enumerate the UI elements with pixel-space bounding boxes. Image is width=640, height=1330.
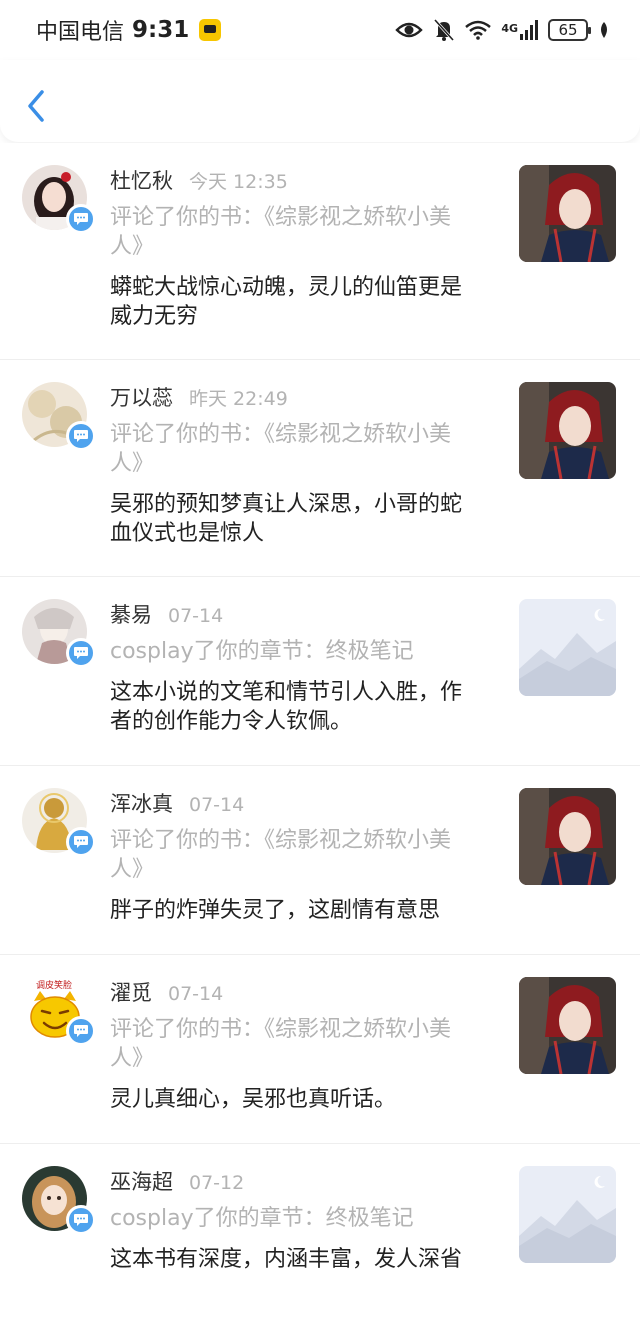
timestamp: 昨天 22:49 <box>189 388 288 410</box>
book-cover-thumbnail[interactable] <box>519 977 616 1074</box>
placeholder-image-icon[interactable] <box>519 1166 616 1263</box>
wifi-icon <box>465 20 492 40</box>
comment-text: 这本小说的文笔和情节引人入胜，作者的创作能力令人钦佩。 <box>110 680 463 734</box>
action-text: 评论了你的书：《综影视之娇软小美人》 <box>110 422 452 476</box>
comment-badge-icon <box>66 204 96 234</box>
back-button[interactable] <box>18 86 54 126</box>
user-name[interactable]: 杜忆秋 <box>110 165 173 195</box>
action-text: cosplay了你的章节：终极笔记 <box>110 1206 414 1231</box>
notification-content: 巫海超 07-12 cosplay了你的章节：终极笔记 这本书有深度，内涵丰富，… <box>110 1166 482 1274</box>
comment-badge-icon <box>66 638 96 668</box>
carrier-label: 中国电信 <box>36 20 125 45</box>
notification-list: 杜忆秋 今天 12:35 评论了你的书：《综影视之娇软小美人》 蟒蛇大战惊心动魄… <box>0 143 640 1329</box>
comment-badge-icon <box>66 827 96 857</box>
notification-item[interactable]: 调皮笑脸 濯觅 07-14 评论了你的书：《综影视之娇软小美人》 灵儿真细心，吴… <box>0 955 640 1144</box>
timestamp: 07-12 <box>189 1172 245 1194</box>
user-name[interactable]: 浑冰真 <box>110 788 173 818</box>
notification-item[interactable]: 杜忆秋 今天 12:35 评论了你的书：《综影视之娇软小美人》 蟒蛇大战惊心动魄… <box>0 143 640 360</box>
signal-bars-icon <box>520 20 538 40</box>
book-cover-thumbnail[interactable] <box>519 165 616 262</box>
comment-badge-icon <box>66 1016 96 1046</box>
notification-content: 万以蕊 昨天 22:49 评论了你的书：《综影视之娇软小美人》 吴邪的预知梦真让… <box>110 382 482 548</box>
notification-item[interactable]: 綦易 07-14 cosplay了你的章节：终极笔记 这本小说的文笔和情节引人入… <box>0 577 640 766</box>
action-text: 评论了你的书：《综影视之娇软小美人》 <box>110 828 452 882</box>
notification-item[interactable]: 万以蕊 昨天 22:49 评论了你的书：《综影视之娇软小美人》 吴邪的预知梦真让… <box>0 360 640 577</box>
comment-text: 灵儿真细心，吴邪也真听话。 <box>110 1087 397 1112</box>
comment-badge-icon <box>66 421 96 451</box>
timestamp: 今天 12:35 <box>189 171 288 193</box>
timestamp: 07-14 <box>189 794 245 816</box>
user-name[interactable]: 巫海超 <box>110 1166 173 1196</box>
comment-text: 胖子的炸弹失灵了，这剧情有意思 <box>110 898 441 923</box>
leaf-icon <box>601 22 607 38</box>
eye-icon <box>395 22 424 38</box>
bell-mute-icon <box>434 18 455 42</box>
notification-content: 綦易 07-14 cosplay了你的章节：终极笔记 这本小说的文笔和情节引人入… <box>110 599 482 736</box>
status-right: 4G 65 <box>395 16 610 44</box>
timestamp: 07-14 <box>168 983 224 1005</box>
user-name[interactable]: 濯觅 <box>110 977 152 1007</box>
battery-indicator: 65 <box>548 19 591 41</box>
clock: 9:31 <box>132 17 190 43</box>
timestamp: 07-14 <box>168 605 224 627</box>
comment-text: 吴邪的预知梦真让人深思，小哥的蛇血仪式也是惊人 <box>110 492 463 546</box>
placeholder-image-icon[interactable] <box>519 599 616 696</box>
comment-text: 蟒蛇大战惊心动魄，灵儿的仙笛更是威力无穷 <box>110 275 463 329</box>
notification-content: 浑冰真 07-14 评论了你的书：《综影视之娇软小美人》 胖子的炸弹失灵了，这剧… <box>110 788 482 925</box>
signal-indicator: 4G <box>501 20 538 40</box>
comment-badge-icon <box>66 1205 96 1235</box>
chevron-left-icon <box>28 90 44 122</box>
comment-text: 这本书有深度，内涵丰富，发人深省 <box>110 1247 463 1272</box>
avatar-caption: 调皮笑脸 <box>36 979 72 991</box>
notification-item[interactable]: 浑冰真 07-14 评论了你的书：《综影视之娇软小美人》 胖子的炸弹失灵了，这剧… <box>0 766 640 955</box>
user-name[interactable]: 万以蕊 <box>110 382 173 412</box>
network-type: 4G <box>501 22 518 35</box>
notification-item[interactable]: 巫海超 07-12 cosplay了你的章节：终极笔记 这本书有深度，内涵丰富，… <box>0 1144 640 1329</box>
app-notification-icon <box>199 19 222 41</box>
status-left: 中国电信 9:31 <box>36 14 222 46</box>
action-text: 评论了你的书：《综影视之娇软小美人》 <box>110 1017 452 1071</box>
book-cover-thumbnail[interactable] <box>519 382 616 479</box>
notification-content: 杜忆秋 今天 12:35 评论了你的书：《综影视之娇软小美人》 蟒蛇大战惊心动魄… <box>110 165 482 331</box>
action-text: 评论了你的书：《综影视之娇软小美人》 <box>110 205 452 259</box>
notification-content: 濯觅 07-14 评论了你的书：《综影视之娇软小美人》 灵儿真细心，吴邪也真听话… <box>110 977 482 1114</box>
book-cover-thumbnail[interactable] <box>519 788 616 885</box>
nav-bar <box>0 60 640 142</box>
status-bar: 中国电信 9:31 4G 65 <box>0 0 640 60</box>
action-text: cosplay了你的章节：终极笔记 <box>110 639 414 664</box>
user-name[interactable]: 綦易 <box>110 599 152 629</box>
